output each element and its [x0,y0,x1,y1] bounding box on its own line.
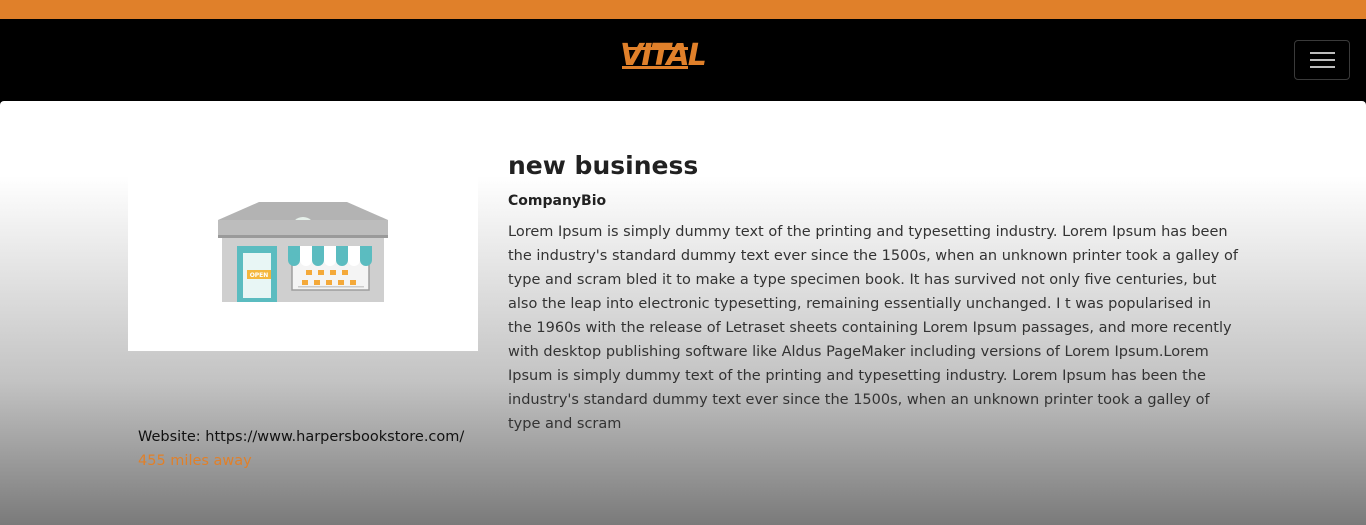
business-card: OPEN new business CompanyBio Lorem Ipsum… [0,101,1366,525]
distance-text: 455 miles away [138,453,252,469]
company-bio-text: Lorem Ipsum is simply dummy text of the … [508,224,1238,432]
brand-logo[interactable]: VITAL [620,38,707,74]
hamburger-menu-icon [1310,59,1335,61]
navbar: VITAL [0,19,1366,101]
storefront-icon: OPEN [218,202,388,302]
company-bio-label: CompanyBio [508,193,607,209]
hamburger-menu-icon [1310,52,1335,54]
logo-stripe [622,66,688,69]
hamburger-menu-icon [1310,66,1335,68]
website-text: Website: https://www.harpersbookstore.co… [138,429,465,445]
business-title: new business [508,151,699,180]
menu-toggle-button[interactable] [1294,40,1350,80]
top-accent-strip [0,0,1366,19]
business-image: OPEN [128,156,478,351]
svg-text:OPEN: OPEN [250,272,269,279]
